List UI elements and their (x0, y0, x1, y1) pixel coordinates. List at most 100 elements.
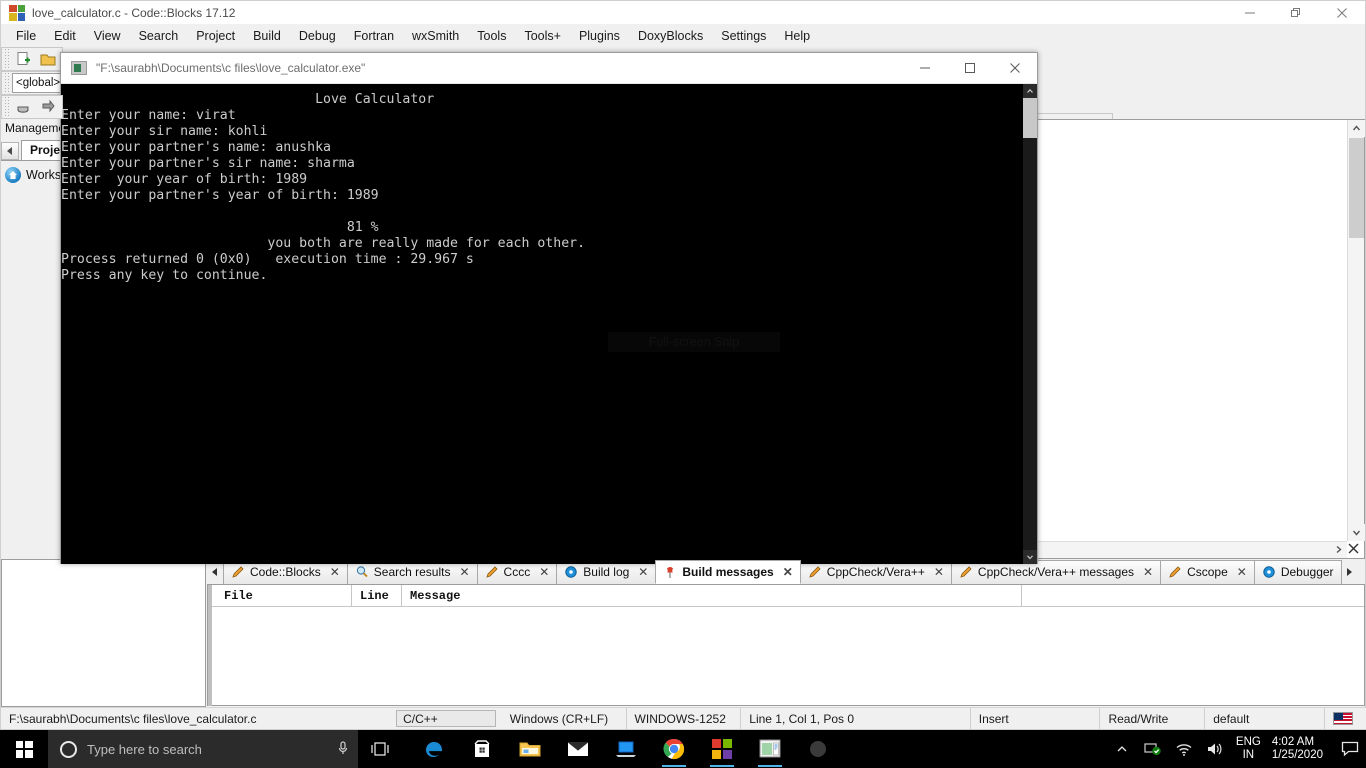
minimize-icon[interactable] (902, 53, 947, 84)
pencil-icon (808, 565, 822, 579)
tab-label: Search results (373, 565, 451, 579)
gear-blue-icon (1262, 565, 1276, 579)
notification-icon[interactable] (1340, 739, 1360, 759)
toolbar-grip[interactable] (4, 72, 10, 94)
circle-app-icon[interactable] (794, 730, 842, 768)
status-profile: default (1205, 707, 1325, 730)
security-shield-icon[interactable] (1143, 739, 1163, 759)
menu-file[interactable]: File (7, 27, 45, 45)
tab-cscope[interactable]: Cscope ✕ (1160, 559, 1255, 584)
tab-label: CppCheck/Vera++ (826, 565, 925, 579)
chevron-down-icon[interactable] (1348, 524, 1365, 541)
open-folder-icon[interactable] (36, 47, 60, 71)
chrome-icon[interactable] (650, 730, 698, 768)
windows-start-icon[interactable] (0, 730, 48, 768)
status-file-path: F:\saurabh\Documents\c files\love_calcul… (9, 711, 257, 726)
menu-help[interactable]: Help (775, 27, 819, 45)
column-header-file[interactable]: File (216, 585, 352, 607)
new-file-icon[interactable] (12, 47, 36, 71)
maximize-icon[interactable] (947, 53, 992, 84)
toolbar-grip[interactable] (4, 48, 10, 70)
menu-tools-plus[interactable]: Tools+ (515, 27, 569, 45)
snip-overlay-ghost: Full-screen Snip (608, 332, 780, 352)
close-icon[interactable] (992, 53, 1037, 84)
console-title-text: "F:\saurabh\Documents\c files\love_calcu… (96, 61, 366, 75)
mail-icon[interactable] (554, 730, 602, 768)
editor-vertical-scrollbar[interactable] (1347, 120, 1365, 541)
menu-edit[interactable]: Edit (45, 27, 85, 45)
microsoft-store-icon[interactable] (458, 730, 506, 768)
tab-label: Build log (583, 565, 630, 579)
close-icon[interactable]: ✕ (1143, 565, 1153, 579)
toolbar-grip[interactable] (4, 96, 10, 118)
menu-project[interactable]: Project (187, 27, 244, 45)
language-indicator[interactable]: ENG IN (1236, 736, 1261, 762)
status-insert-mode: Insert (971, 707, 1101, 730)
close-icon[interactable]: ✕ (934, 565, 944, 579)
left-arrow-icon[interactable] (1, 142, 19, 160)
close-icon[interactable]: ✕ (1237, 565, 1247, 579)
menu-debug[interactable]: Debug (290, 27, 345, 45)
edge-icon[interactable] (410, 730, 458, 768)
tab-label: Build messages (682, 564, 774, 579)
cortana-ring-icon[interactable] (60, 740, 77, 758)
console-output: Love Calculator Enter your name: virat E… (61, 92, 586, 283)
chevron-down-icon[interactable] (1023, 550, 1037, 564)
file-explorer-icon[interactable] (506, 730, 554, 768)
close-icon[interactable]: ✕ (638, 565, 648, 579)
debug-coffee-icon[interactable] (12, 95, 36, 119)
scrollbar-thumb[interactable] (1349, 138, 1364, 238)
console-body[interactable]: Love Calculator Enter your name: virat E… (61, 84, 1037, 564)
windows-colored-icon[interactable] (698, 730, 746, 768)
left-lower-panel (1, 559, 206, 707)
menu-settings[interactable]: Settings (712, 27, 775, 45)
toolbar-debugger (1, 95, 63, 119)
menu-view[interactable]: View (85, 27, 130, 45)
clock-date: 1/25/2020 (1271, 749, 1323, 761)
table-left-margin (208, 585, 212, 706)
restore-icon[interactable] (1273, 1, 1319, 25)
statusbar: F:\saurabh\Documents\c files\love_calcul… (1, 707, 1366, 730)
minimize-icon[interactable] (1227, 1, 1273, 25)
volume-icon[interactable] (1205, 739, 1225, 759)
console-scrollbar[interactable] (1023, 84, 1037, 564)
close-icon[interactable]: ✕ (459, 565, 469, 579)
menu-fortran[interactable]: Fortran (345, 27, 403, 45)
clock[interactable]: 4:02 AM 1/25/2020 (1272, 736, 1323, 762)
menu-doxyblocks[interactable]: DoxyBlocks (629, 27, 712, 45)
tabs-scroll-right-icon[interactable] (1341, 560, 1357, 584)
step-into-icon[interactable] (36, 95, 60, 119)
search-input[interactable]: Type here to search (48, 730, 358, 768)
menu-build[interactable]: Build (244, 27, 290, 45)
build-messages-table[interactable]: File Line Message (207, 585, 1365, 706)
tab-label: Cscope (1187, 565, 1228, 579)
menu-wxsmith[interactable]: wxSmith (403, 27, 468, 45)
column-header-message[interactable]: Message (402, 585, 1022, 607)
chevron-up-icon[interactable] (1023, 84, 1037, 98)
tab-debugger[interactable]: Debugger (1253, 559, 1342, 584)
pin-red-icon (663, 565, 677, 579)
console-window[interactable]: "F:\saurabh\Documents\c files\love_calcu… (60, 52, 1038, 564)
status-keyboard-layout[interactable] (1325, 708, 1366, 730)
microphone-icon[interactable] (336, 740, 350, 759)
wifi-icon[interactable] (1174, 739, 1194, 759)
task-view-icon[interactable] (358, 730, 402, 768)
menu-plugins[interactable]: Plugins (570, 27, 629, 45)
chevron-up-icon[interactable] (1348, 120, 1365, 137)
screen: love_calculator.c - Code::Blocks 17.12 F… (0, 0, 1366, 768)
chevron-up-icon[interactable] (1112, 739, 1132, 759)
column-header-line[interactable]: Line (352, 585, 402, 607)
close-icon[interactable]: ✕ (783, 565, 793, 579)
menu-tools[interactable]: Tools (468, 27, 515, 45)
tab-build-messages[interactable]: Build messages ✕ (655, 559, 801, 584)
status-language[interactable]: C/C++ (396, 710, 497, 727)
close-panel-icon[interactable] (1345, 540, 1361, 556)
codeblocks-taskbar-icon[interactable] (746, 730, 794, 768)
menu-search[interactable]: Search (130, 27, 188, 45)
close-icon[interactable] (1319, 1, 1365, 25)
magnifier-icon (355, 565, 369, 579)
remote-desktop-icon[interactable] (602, 730, 650, 768)
scrollbar-thumb[interactable] (1023, 98, 1037, 138)
close-icon[interactable]: ✕ (330, 565, 340, 579)
close-icon[interactable]: ✕ (539, 565, 549, 579)
